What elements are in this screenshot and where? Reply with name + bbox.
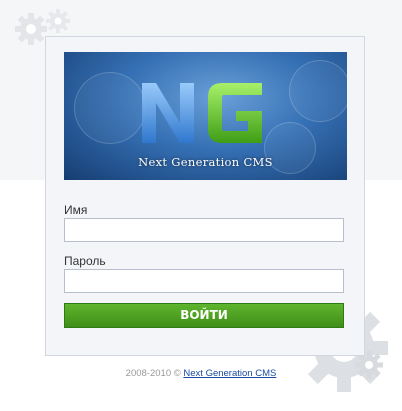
password-label: Пароль bbox=[64, 254, 106, 268]
password-input[interactable] bbox=[64, 269, 344, 293]
gear-icon bbox=[15, 13, 47, 45]
logo-banner: N G Next Generation CMS bbox=[64, 52, 347, 180]
login-panel: N G Next Generation CMS Имя Пароль ВОЙТИ bbox=[45, 36, 365, 356]
username-input[interactable] bbox=[64, 218, 344, 242]
copyright-text: 2008-2010 © bbox=[125, 368, 181, 379]
footer-link[interactable]: Next Generation CMS bbox=[183, 368, 276, 379]
logo-caption: Next Generation CMS bbox=[138, 155, 273, 169]
footer: 2008-2010 © Next Generation CMS bbox=[0, 368, 402, 379]
gear-icon bbox=[46, 9, 70, 33]
logo-mark: N G bbox=[142, 83, 262, 143]
username-label: Имя bbox=[64, 203, 88, 217]
login-button[interactable]: ВОЙТИ bbox=[64, 303, 344, 328]
